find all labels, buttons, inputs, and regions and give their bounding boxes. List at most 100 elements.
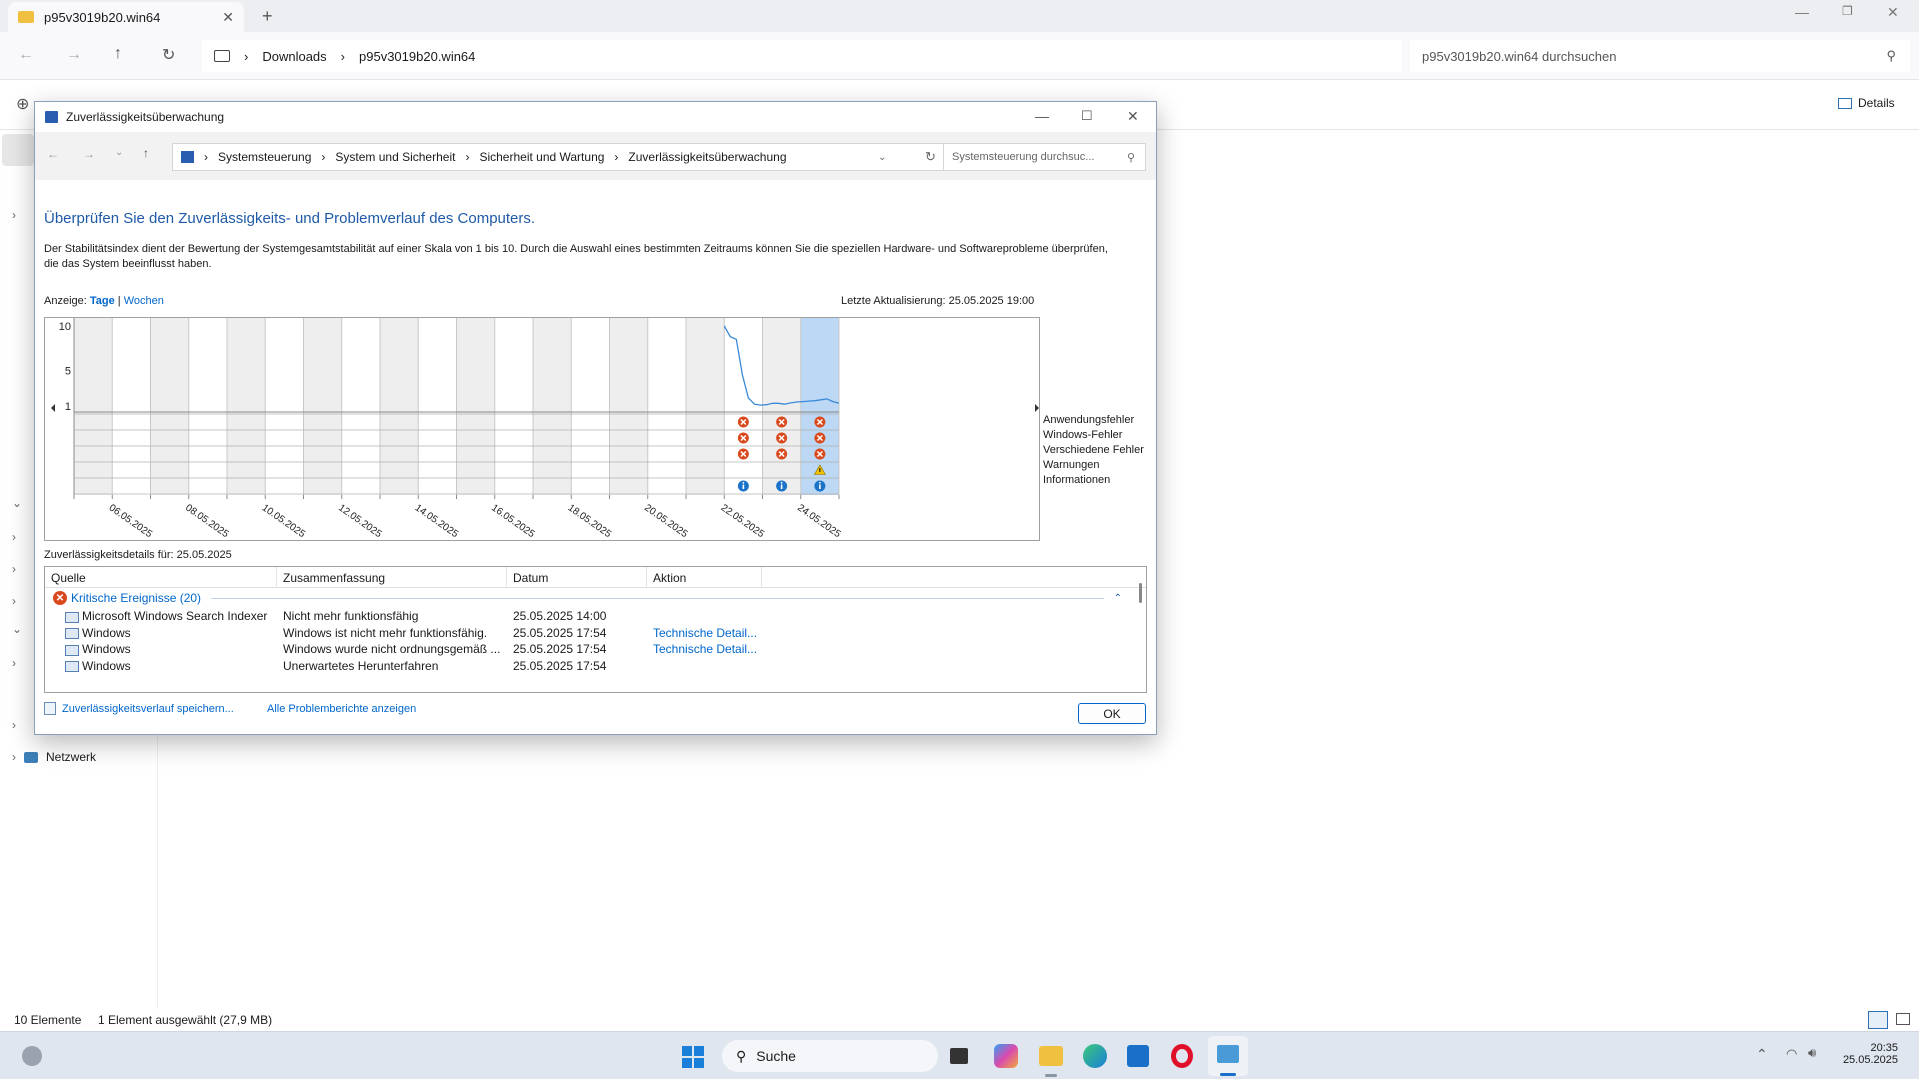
chevron-down-icon[interactable]: ⌄ [12, 496, 22, 510]
scroll-left-icon[interactable] [51, 404, 55, 412]
recent-dropdown-icon[interactable]: ⌄ [115, 147, 123, 158]
back-arrow-icon[interactable]: ← [47, 147, 59, 161]
chart-day-column [265, 318, 304, 495]
table-row[interactable]: Microsoft Windows Search Indexer Nicht me… [45, 608, 1146, 625]
dialog-maximize-button[interactable]: ☐ [1081, 108, 1093, 124]
refresh-icon[interactable]: ↻ [162, 45, 175, 65]
ok-button[interactable]: OK [1078, 703, 1146, 724]
table-row[interactable]: Windows Unerwartetes Herunterfahren 25.05.… [45, 658, 1146, 675]
dialog-minimize-button[interactable]: — [1035, 108, 1049, 124]
column-header-action[interactable]: Aktion [647, 567, 762, 587]
explorer-tab[interactable]: p95v3019b20.win64 ✕ [8, 2, 244, 32]
widgets-icon[interactable] [22, 1046, 42, 1066]
sidebar-item-network[interactable]: › Netzwerk [12, 750, 96, 764]
details-for: Zuverlässigkeitsdetails für: 25.05.2025 [44, 549, 232, 561]
breadcrumb-folder[interactable]: p95v3019b20.win64 [359, 49, 475, 64]
close-window-button[interactable]: ✕ [1887, 4, 1899, 21]
up-arrow-icon[interactable]: ↑ [143, 146, 149, 160]
breadcrumb-system-security[interactable]: System und Sicherheit [335, 150, 455, 164]
details-button[interactable]: Details [1838, 96, 1895, 110]
chevron-up-icon[interactable]: ⌃ [1756, 1046, 1768, 1063]
maximize-button[interactable]: ❐ [1842, 4, 1853, 18]
sidebar-selected-item[interactable] [2, 134, 34, 166]
active-app-button[interactable] [1208, 1036, 1248, 1076]
dialog-close-button[interactable]: ✕ [1127, 108, 1139, 125]
group-header-critical[interactable]: ✕ Kritische Ereignisse (20) ⌃ [45, 588, 1146, 608]
tiles-view-icon[interactable] [1896, 1013, 1910, 1025]
chevron-right-icon[interactable]: › [12, 594, 16, 608]
chart-day-column [686, 318, 725, 495]
dialog-title: Zuverlässigkeitsüberwachung [66, 110, 225, 124]
address-dropdown-icon[interactable]: ⌄ [878, 152, 886, 163]
new-tab-button[interactable]: + [262, 6, 273, 27]
last-update: Letzte Aktualisierung: 25.05.2025 19:00 [841, 295, 1035, 307]
table-scrollbar[interactable] [1139, 583, 1142, 603]
view-days-link[interactable]: Tage [90, 295, 115, 307]
clock-time: 20:35 [1870, 1042, 1898, 1054]
dialog-search-box[interactable]: Systemsteuerung durchsuc... ⚲ [943, 143, 1146, 171]
forward-arrow-icon[interactable]: → [66, 46, 82, 64]
explorer-navbar: ← → ↑ ↻ › Downloads › p95v3019b20.win64 … [0, 32, 1919, 80]
explorer-search-box[interactable]: p95v3019b20.win64 durchsuchen ⚲ [1410, 40, 1910, 72]
chevron-right-icon[interactable]: › [12, 562, 16, 576]
chart-x-tick-label: 14.05.2025 [413, 502, 461, 540]
wifi-icon[interactable]: ◠ [1786, 1046, 1797, 1062]
collapse-icon[interactable]: ⌃ [1114, 593, 1122, 604]
opera-icon[interactable] [1171, 1044, 1193, 1068]
dialog-address-bar[interactable]: › Systemsteuerung › System und Sicherhei… [172, 143, 964, 171]
row-source: Microsoft Windows Search Indexer [45, 609, 277, 623]
volume-icon[interactable]: 🔊︎ [1808, 1045, 1816, 1061]
status-selected: 1 Element ausgewählt (27,9 MB) [98, 1013, 273, 1027]
row-action[interactable]: Technische Detail... [647, 626, 762, 640]
new-item-icon[interactable]: ⊕ [16, 94, 29, 114]
row-action[interactable]: Technische Detail... [647, 642, 762, 656]
chevron-right-icon[interactable]: › [12, 656, 16, 670]
store-icon[interactable] [1127, 1045, 1149, 1067]
breadcrumb-reliability[interactable]: Zuverlässigkeitsüberwachung [628, 150, 786, 164]
chart-day-column [533, 318, 572, 495]
chart-row-label: Verschiedene Fehler [1043, 444, 1144, 456]
table-row[interactable]: Windows Windows ist nicht mehr funktionsf… [45, 625, 1146, 642]
close-tab-icon[interactable]: ✕ [222, 9, 234, 26]
task-view-icon[interactable] [950, 1048, 968, 1064]
up-arrow-icon[interactable]: ↑ [114, 45, 122, 63]
column-header-source[interactable]: Quelle [45, 567, 277, 587]
chevron-down-icon[interactable]: ⌄ [12, 622, 22, 636]
info-event-icon [742, 484, 745, 489]
minimize-button[interactable]: — [1795, 4, 1809, 20]
edge-icon[interactable] [1083, 1044, 1107, 1068]
taskbar-search[interactable]: ⚲ Suche [722, 1040, 938, 1072]
explorer-search-input[interactable]: p95v3019b20.win64 durchsuchen [1422, 49, 1886, 64]
info-event-icon [780, 484, 783, 489]
chevron-right-icon[interactable]: › [12, 530, 16, 544]
refresh-icon[interactable]: ↻ [925, 149, 936, 165]
address-bar[interactable]: › Downloads › p95v3019b20.win64 [202, 40, 1402, 72]
save-history-link[interactable]: Zuverlässigkeitsverlauf speichern... [44, 702, 234, 715]
taskbar-search-label: Suche [756, 1048, 796, 1064]
breadcrumb-security-maintenance[interactable]: Sicherheit und Wartung [479, 150, 604, 164]
view-weeks-link[interactable]: Wochen [124, 295, 164, 307]
forward-arrow-icon[interactable]: → [83, 147, 95, 161]
chevron-right-icon[interactable]: › [12, 718, 16, 732]
back-arrow-icon[interactable]: ← [18, 46, 34, 64]
scroll-right-icon[interactable] [1035, 404, 1039, 412]
start-button[interactable] [682, 1046, 704, 1068]
column-header-date[interactable]: Datum [507, 567, 647, 587]
details-view-icon[interactable] [1868, 1011, 1888, 1029]
clock[interactable]: 20:35 25.05.2025 [1836, 1042, 1898, 1066]
copilot-icon[interactable] [994, 1044, 1018, 1068]
file-explorer-icon[interactable] [1039, 1046, 1063, 1066]
all-reports-link[interactable]: Alle Problemberichte anzeigen [267, 703, 416, 715]
breadcrumb-control-panel[interactable]: Systemsteuerung [218, 150, 311, 164]
table-row[interactable]: Windows Windows wurde nicht ordnungsgemäß… [45, 641, 1146, 658]
chart-day-column [380, 318, 419, 495]
dialog-search-input[interactable]: Systemsteuerung durchsuc... [952, 151, 1127, 163]
chevron-right-icon[interactable]: › [12, 208, 16, 222]
column-header-summary[interactable]: Zusammenfassung [277, 567, 507, 587]
breadcrumb-downloads[interactable]: Downloads [262, 49, 326, 64]
row-date: 25.05.2025 17:54 [513, 642, 607, 657]
reliability-chart: 10 5 1 06.05.2025 08.05.2025 10.05.2025 12.05.… [44, 317, 1040, 541]
chart-x-tick-label: 18.05.2025 [566, 502, 614, 540]
chart-day-column [303, 318, 342, 495]
chart-day-column [494, 318, 533, 495]
